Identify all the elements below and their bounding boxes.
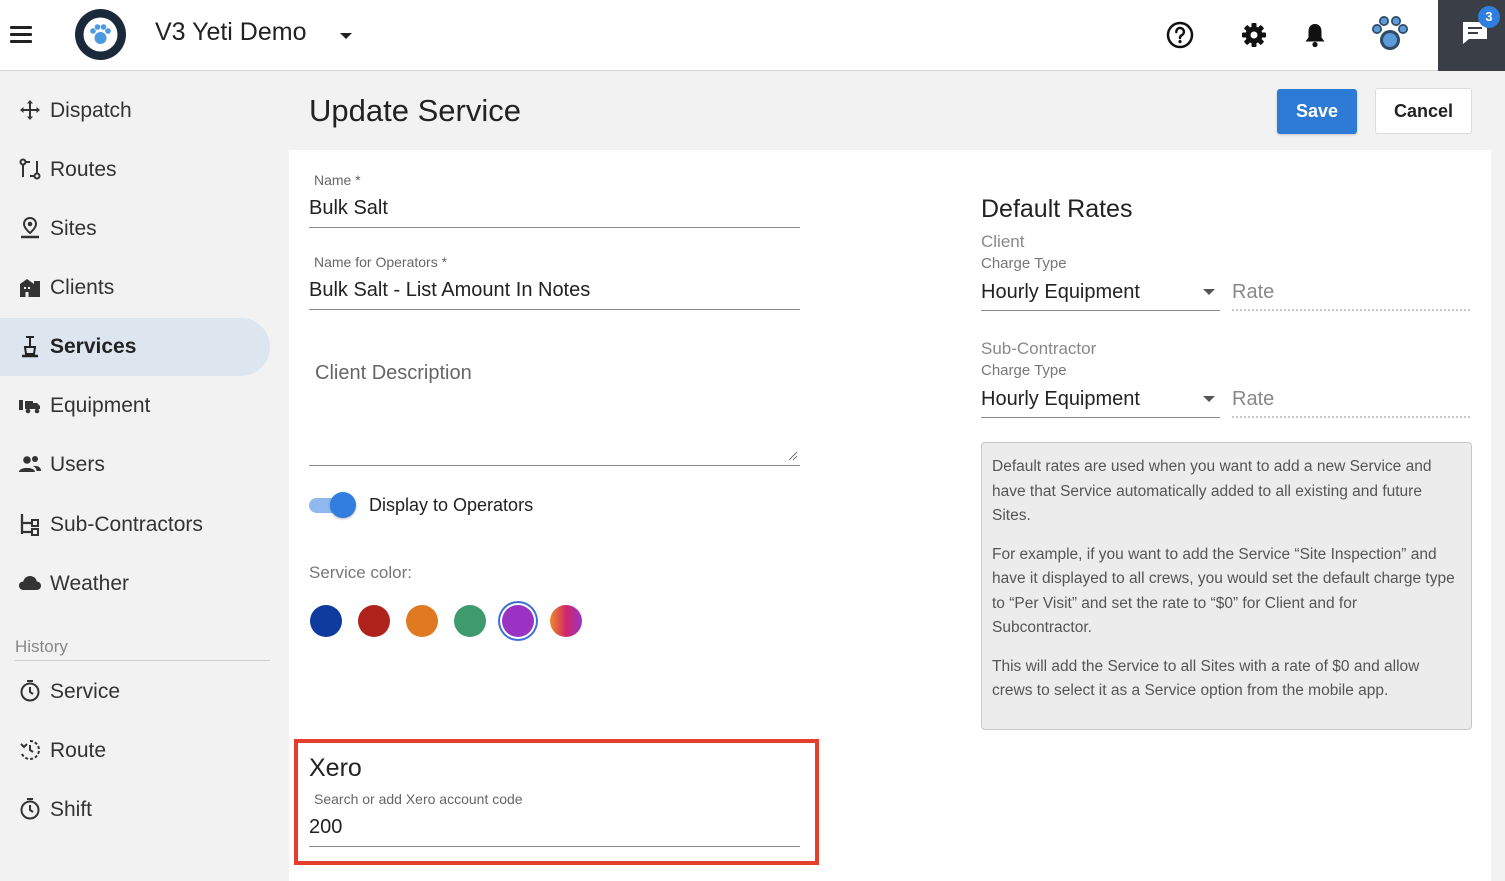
sidebar-item-sub-contractors[interactable]: Sub-Contractors [0,496,270,554]
hamburger-menu-icon[interactable] [10,26,32,44]
client-rate-input[interactable]: Rate [1232,281,1274,304]
sidebar-item-label: Services [50,335,137,358]
site-pin-icon [21,216,39,239]
client-section-label: Client [981,232,1025,251]
cloud-icon [19,576,41,590]
xero-field-label: Search or add Xero account code [314,791,523,807]
info-paragraph: Default rates are used when you want to … [992,458,1432,524]
subcontractor-charge-type-underline [981,417,1220,418]
truck-icon [19,400,40,414]
history-item-service[interactable]: Service [0,663,270,721]
notification-badge: 3 [1478,6,1500,28]
users-icon [19,456,41,472]
xero-section-title: Xero [309,754,362,782]
company-logo[interactable] [75,9,126,60]
user-avatar[interactable] [1367,12,1413,58]
sidebar-item-label: Users [50,453,105,476]
resize-handle-icon[interactable] [788,451,798,461]
xero-field-underline [309,846,800,847]
cancel-button[interactable]: Cancel [1375,88,1472,134]
sidebar-item-dispatch[interactable]: Dispatch [0,82,270,140]
client-description-placeholder: Client Description [315,362,472,384]
toggle-knob [330,492,356,518]
subcontractor-rate-underline [1232,416,1470,418]
display-to-operators-label: Display to Operators [369,495,534,515]
gear-icon[interactable] [1239,20,1269,50]
info-paragraph: For example, if you want to add the Serv… [992,545,1455,637]
sidebar-item-label: Routes [50,158,117,181]
info-paragraph: This will add the Service to all Sites w… [992,657,1420,700]
move-arrows-icon [20,100,40,120]
default-rates-info-box: Default rates are used when you want to … [981,442,1472,730]
history-item-shift[interactable]: Shift [0,781,270,839]
client-charge-type-underline [981,310,1220,311]
page-title: Update Service [309,93,521,128]
chat-button[interactable]: 3 [1438,0,1505,71]
sidebar-item-label: Route [50,739,107,762]
sidebar-item-label: Clients [50,276,115,299]
sidebar-item-label: Equipment [50,394,151,417]
sidebar-item-label: Shift [50,798,93,821]
sidebar-item-label: Service [50,680,121,703]
history-item-route[interactable]: Route [0,722,270,780]
sidebar-item-services[interactable]: Services [0,318,270,376]
sidebar: Dispatch Routes Sites Clients Services E… [0,72,285,881]
sidebar-item-label: Dispatch [50,99,132,122]
shovel-icon [22,336,38,358]
client-charge-type-select[interactable]: Hourly Equipment [981,281,1140,304]
subcontractor-rate-input[interactable]: Rate [1232,388,1274,411]
top-bar: V3 Yeti Demo 3 [0,0,1505,71]
route-icon [19,158,41,180]
sidebar-item-sites[interactable]: Sites [0,200,270,258]
sidebar-item-label: Sub-Contractors [50,513,203,536]
operator-name-field-label: Name for Operators * [314,254,448,270]
color-swatch-red[interactable] [358,605,390,637]
subcontractor-charge-type-select[interactable]: Hourly Equipment [981,388,1140,411]
building-icon [20,279,40,297]
default-rates-title: Default Rates [981,195,1133,223]
operator-name-field-underline [309,309,800,310]
xero-account-code-field[interactable]: 200 [309,816,342,839]
subcontractor-charge-type-label: Charge Type [981,362,1067,379]
bell-icon[interactable] [1300,20,1330,50]
display-to-operators-toggle[interactable] [309,492,356,518]
chevron-down-icon[interactable] [1203,289,1215,295]
history-section-label: History [15,637,68,656]
chevron-down-icon[interactable] [339,32,353,40]
sidebar-item-label: Sites [50,217,97,240]
service-color-label: Service color: [309,563,412,582]
color-swatch-orange[interactable] [406,605,438,637]
sidebar-item-users[interactable]: Users [0,436,270,494]
save-button[interactable]: Save [1277,89,1357,134]
sidebar-item-clients[interactable]: Clients [0,259,270,317]
sidebar-item-routes[interactable]: Routes [0,141,270,199]
divider [15,660,270,661]
client-charge-type-label: Charge Type [981,255,1067,272]
name-field-label: Name * [314,172,361,188]
color-swatch-green[interactable] [454,605,486,637]
color-swatch-purple[interactable] [502,605,534,637]
client-description-textarea[interactable]: Client Description [309,352,800,466]
org-tree-icon [20,514,39,536]
app-title[interactable]: V3 Yeti Demo [155,18,307,47]
subcontractor-section-label: Sub-Contractor [981,339,1097,358]
timer-icon [20,798,40,820]
color-swatch-gradient[interactable] [550,605,582,637]
timer-icon [20,680,40,702]
client-rate-underline [1232,309,1470,311]
name-field-underline [309,227,800,228]
color-swatch-blue[interactable] [310,605,342,637]
sidebar-item-equipment[interactable]: Equipment [0,377,270,435]
operator-name-field[interactable]: Bulk Salt - List Amount In Notes [309,279,590,302]
chevron-down-icon[interactable] [1203,396,1215,402]
sidebar-item-weather[interactable]: Weather [0,555,270,613]
history-icon [20,740,40,760]
name-field[interactable]: Bulk Salt [309,197,388,220]
help-icon[interactable] [1165,20,1195,50]
sidebar-item-label: Weather [50,572,129,595]
